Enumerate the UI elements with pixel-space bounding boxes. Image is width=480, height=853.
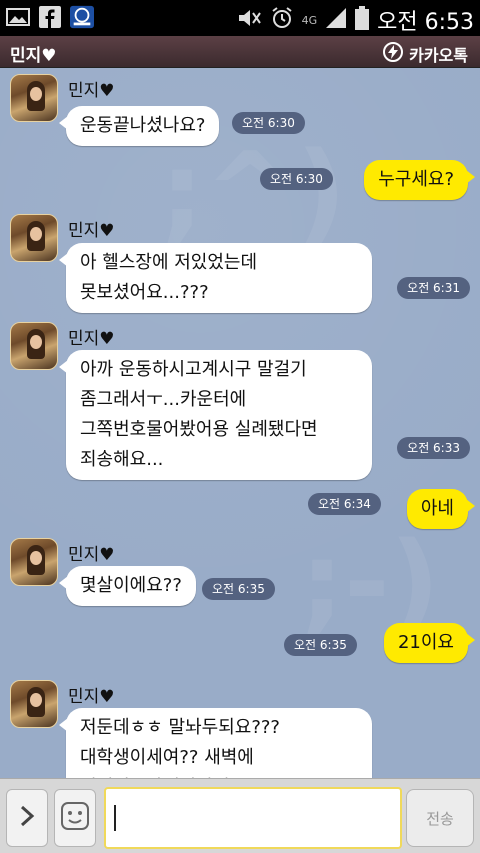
text-caret bbox=[114, 805, 116, 831]
message-bubble[interactable]: 운동끝나셨나요? bbox=[58, 106, 220, 146]
facebook-icon bbox=[38, 5, 62, 29]
sender-name: 민지♥ bbox=[68, 545, 115, 565]
chat-title: 민지♥ bbox=[10, 46, 57, 66]
avatar[interactable] bbox=[10, 680, 58, 728]
message-time: 오전 6:33 bbox=[397, 437, 470, 459]
emoticon-button[interactable] bbox=[54, 789, 96, 847]
smiley-icon bbox=[60, 801, 90, 835]
clock: 오전 6:53 bbox=[377, 10, 474, 35]
kakaotalk-bolt-icon bbox=[383, 42, 404, 66]
chat-title-bar: 민지♥ 카카오톡 bbox=[0, 36, 480, 68]
my-message-bubble[interactable]: 누구세요? bbox=[364, 160, 475, 200]
message-input-bar: 전송 bbox=[0, 778, 480, 853]
status-bar: 4G 오전 6:53 bbox=[0, 0, 480, 36]
message-time: 오전 6:30 bbox=[232, 112, 305, 134]
message-bubble[interactable]: 저둔데ㅎㅎ 말놔두되요??? 대학생이세여?? 새벽에 어쩌피트바에여덧데 bbox=[59, 708, 372, 778]
avatar[interactable] bbox=[10, 538, 58, 586]
sender-name: 민지♥ bbox=[68, 81, 115, 101]
message-bubble[interactable]: 아 헬스장에 저있었는데 못보셨어요...??? bbox=[59, 243, 372, 313]
message-time: 오전 6:34 bbox=[308, 493, 381, 515]
chevron-right-icon bbox=[19, 805, 35, 831]
message-time: 오전 6:30 bbox=[260, 168, 333, 190]
message-input[interactable] bbox=[104, 787, 402, 849]
image-icon bbox=[6, 5, 30, 29]
signal-icon bbox=[325, 7, 347, 33]
app-name-label: 카카오톡 bbox=[409, 46, 468, 65]
sender-name: 민지♥ bbox=[68, 221, 115, 241]
avatar[interactable] bbox=[10, 214, 58, 262]
message-bubble[interactable]: 아까 운동하시고계시구 말걸기 좀그래서ㅜ...카운터에 그쪽번호물어봤어용 실… bbox=[59, 350, 372, 480]
mute-icon bbox=[236, 7, 262, 33]
message-time: 오전 6:31 bbox=[397, 277, 470, 299]
background-decoration: ;^) bbox=[160, 128, 347, 256]
battery-icon bbox=[355, 6, 370, 34]
expand-button[interactable] bbox=[6, 789, 48, 847]
send-button[interactable]: 전송 bbox=[406, 789, 474, 847]
chat-area[interactable]: ;^) ;-) 민지♥ 운동끝나셨나요? 오전 6:30 누구세요? 오전 6:… bbox=[0, 68, 480, 778]
alarm-icon bbox=[270, 6, 294, 34]
avatar[interactable] bbox=[10, 74, 58, 122]
sender-name: 민지♥ bbox=[68, 687, 115, 707]
my-message-bubble[interactable]: 21이요 bbox=[383, 623, 476, 663]
message-time: 오전 6:35 bbox=[202, 578, 275, 600]
news-app-icon bbox=[70, 5, 94, 29]
my-message-bubble[interactable]: 아네 bbox=[406, 489, 476, 529]
avatar[interactable] bbox=[10, 322, 58, 370]
message-time: 오전 6:35 bbox=[284, 634, 357, 656]
app-brand[interactable]: 카카오톡 bbox=[383, 42, 468, 66]
network-type: 4G bbox=[301, 13, 318, 27]
message-bubble[interactable]: 몇살이에요?? bbox=[59, 566, 196, 606]
sender-name: 민지♥ bbox=[68, 329, 115, 349]
